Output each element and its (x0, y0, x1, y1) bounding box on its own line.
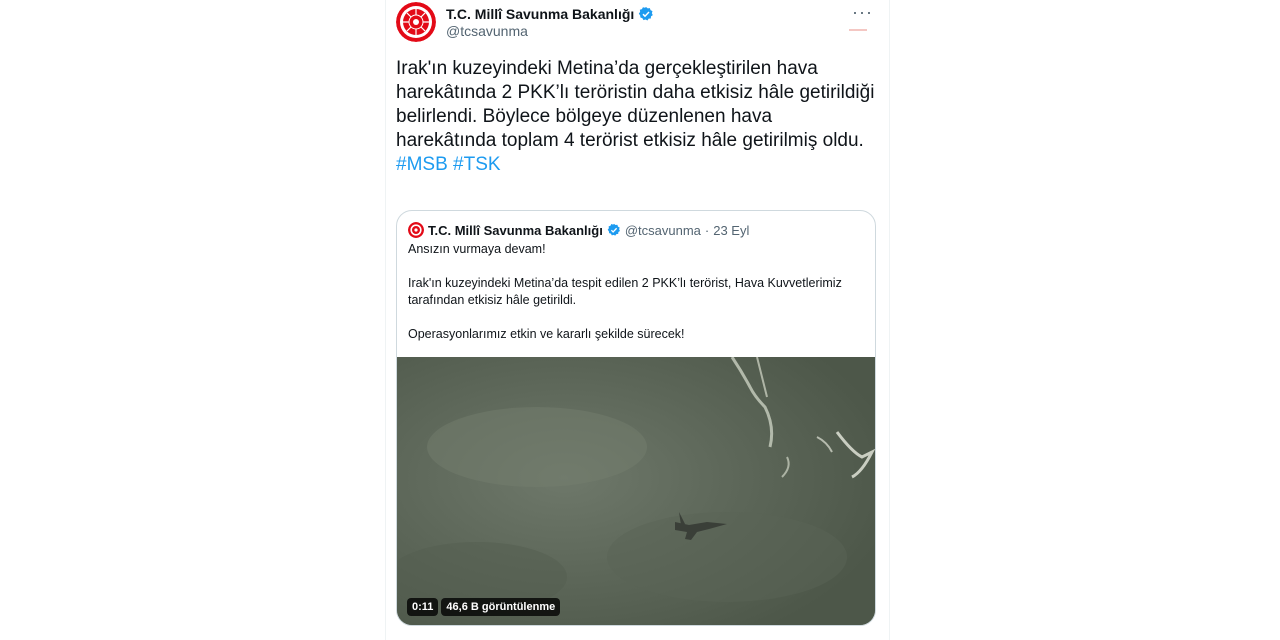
quoted-paragraph: Operasyonlarımız etkin ve kararlı şekild… (408, 327, 685, 341)
quoted-tweet[interactable]: T.C. Millî Savunma Bakanlığı @tcsavunma … (396, 210, 876, 626)
msb-emblem-icon (408, 222, 424, 238)
separator-dot: · (704, 222, 710, 238)
quoted-tweet-text: Ansızın vurmaya devam! Irak'ın kuzeyinde… (408, 241, 863, 360)
tweet-body: Irak'ın kuzeyindeki Metina’da gerçekleşt… (396, 58, 875, 151)
verified-badge-icon (639, 7, 654, 21)
video-player[interactable]: 0:11 46,6 B görüntülenme (397, 357, 875, 625)
quoted-author-handle: @tcsavunma (624, 222, 701, 238)
tweet-card: T.C. Millî Savunma Bakanlığı @tcsavunma … (385, 0, 890, 640)
author-name[interactable]: T.C. Millî Savunma Bakanlığı (446, 6, 654, 22)
quoted-paragraph: Irak'ın kuzeyindeki Metina’da tespit edi… (408, 276, 842, 307)
quoted-paragraph: Ansızın vurmaya devam! (408, 242, 546, 256)
author-handle[interactable]: @tcsavunma (446, 23, 528, 39)
quoted-tweet-header: T.C. Millî Savunma Bakanlığı @tcsavunma … (408, 222, 749, 238)
hashtag-link[interactable]: #TSK (453, 154, 501, 175)
author-name-text[interactable]: T.C. Millî Savunma Bakanlığı (446, 6, 634, 22)
quoted-author-avatar (408, 222, 424, 238)
author-avatar[interactable] (396, 2, 436, 42)
video-frame-image (397, 357, 875, 625)
hashtag-link[interactable]: #MSB (396, 154, 448, 175)
quoted-date: 23 Eyl (713, 222, 750, 238)
msb-emblem-icon (396, 2, 436, 42)
video-duration: 0:11 (407, 598, 439, 616)
hashtag-list: #MSB #TSK (396, 153, 876, 177)
video-view-count: 46,6 B görüntülenme (441, 598, 561, 616)
quoted-author-name: T.C. Millî Savunma Bakanlığı (428, 222, 603, 238)
decorative-mark-icon (849, 29, 867, 31)
tweet-text: Irak'ın kuzeyindeki Metina’da gerçekleşt… (396, 57, 876, 177)
more-options-button[interactable]: ··· (852, 2, 873, 23)
verified-badge-icon (607, 223, 620, 236)
video-badges: 0:11 46,6 B görüntülenme (407, 598, 561, 616)
